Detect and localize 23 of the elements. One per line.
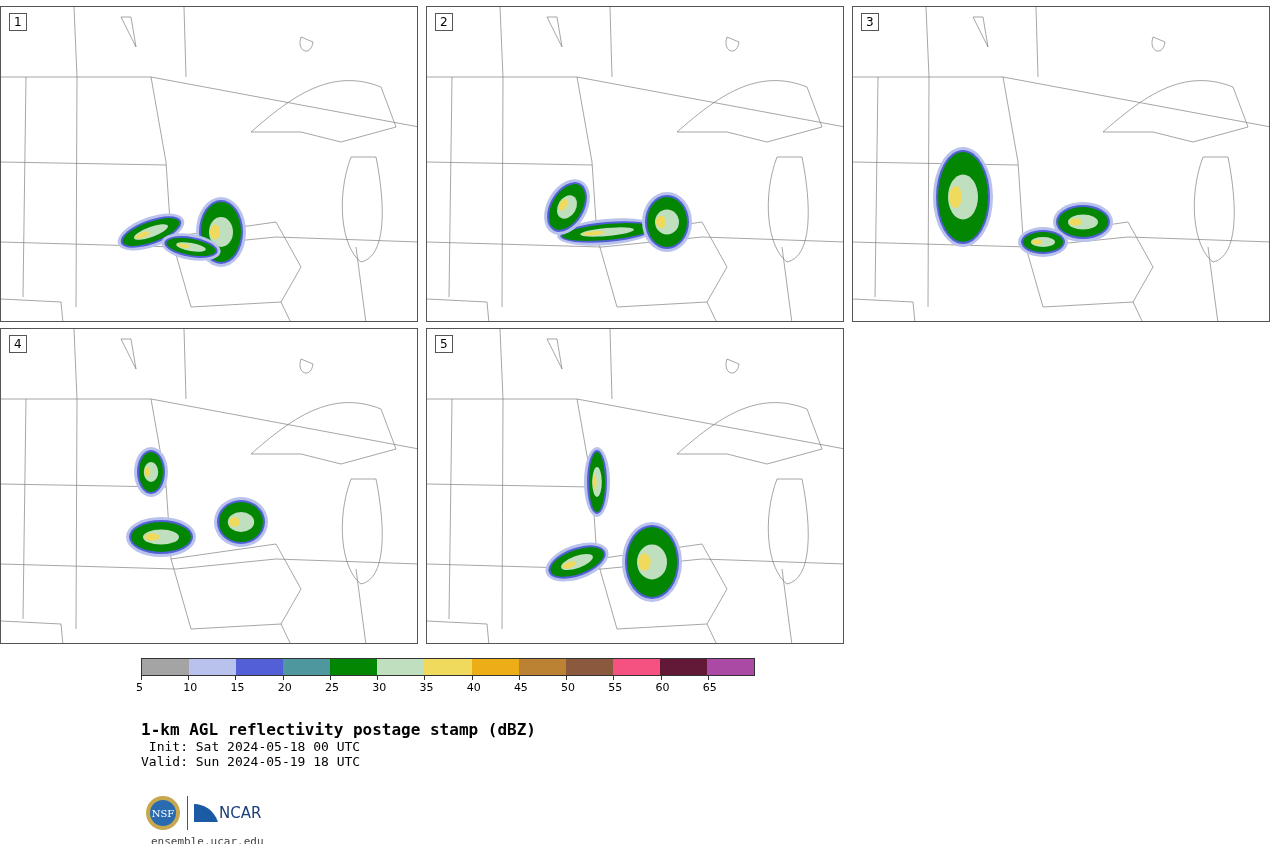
tick-label: 15 — [230, 681, 245, 694]
panel-number: 3 — [861, 13, 879, 31]
tick-label: 50 — [561, 681, 576, 694]
valid-time: Valid: Sun 2024-05-19 18 UTC — [141, 754, 362, 769]
tick-label: 10 — [183, 681, 198, 694]
tick-label: 5 — [136, 681, 143, 694]
panel-number: 4 — [9, 335, 27, 353]
tick-label: 30 — [372, 681, 387, 694]
tick-label: 25 — [324, 681, 339, 694]
panel-number: 1 — [9, 13, 27, 31]
tick-label: 20 — [277, 681, 292, 694]
tick-label: 45 — [513, 681, 528, 694]
ncar-logo: NCAR — [194, 804, 262, 822]
globe-logo: NSF — [145, 795, 181, 831]
tick-label: 35 — [419, 681, 434, 694]
tick-label: 55 — [608, 681, 623, 694]
tick-label: 60 — [655, 681, 670, 694]
init-time: Init: Sat 2024-05-18 00 UTC — [147, 739, 362, 754]
tick-label: 40 — [466, 681, 481, 694]
panel-number: 2 — [435, 13, 453, 31]
chart-title: 1-km AGL reflectivity postage stamp (dBZ) — [141, 720, 537, 739]
panel-number: 5 — [435, 335, 453, 353]
tick-label: 65 — [702, 681, 717, 694]
